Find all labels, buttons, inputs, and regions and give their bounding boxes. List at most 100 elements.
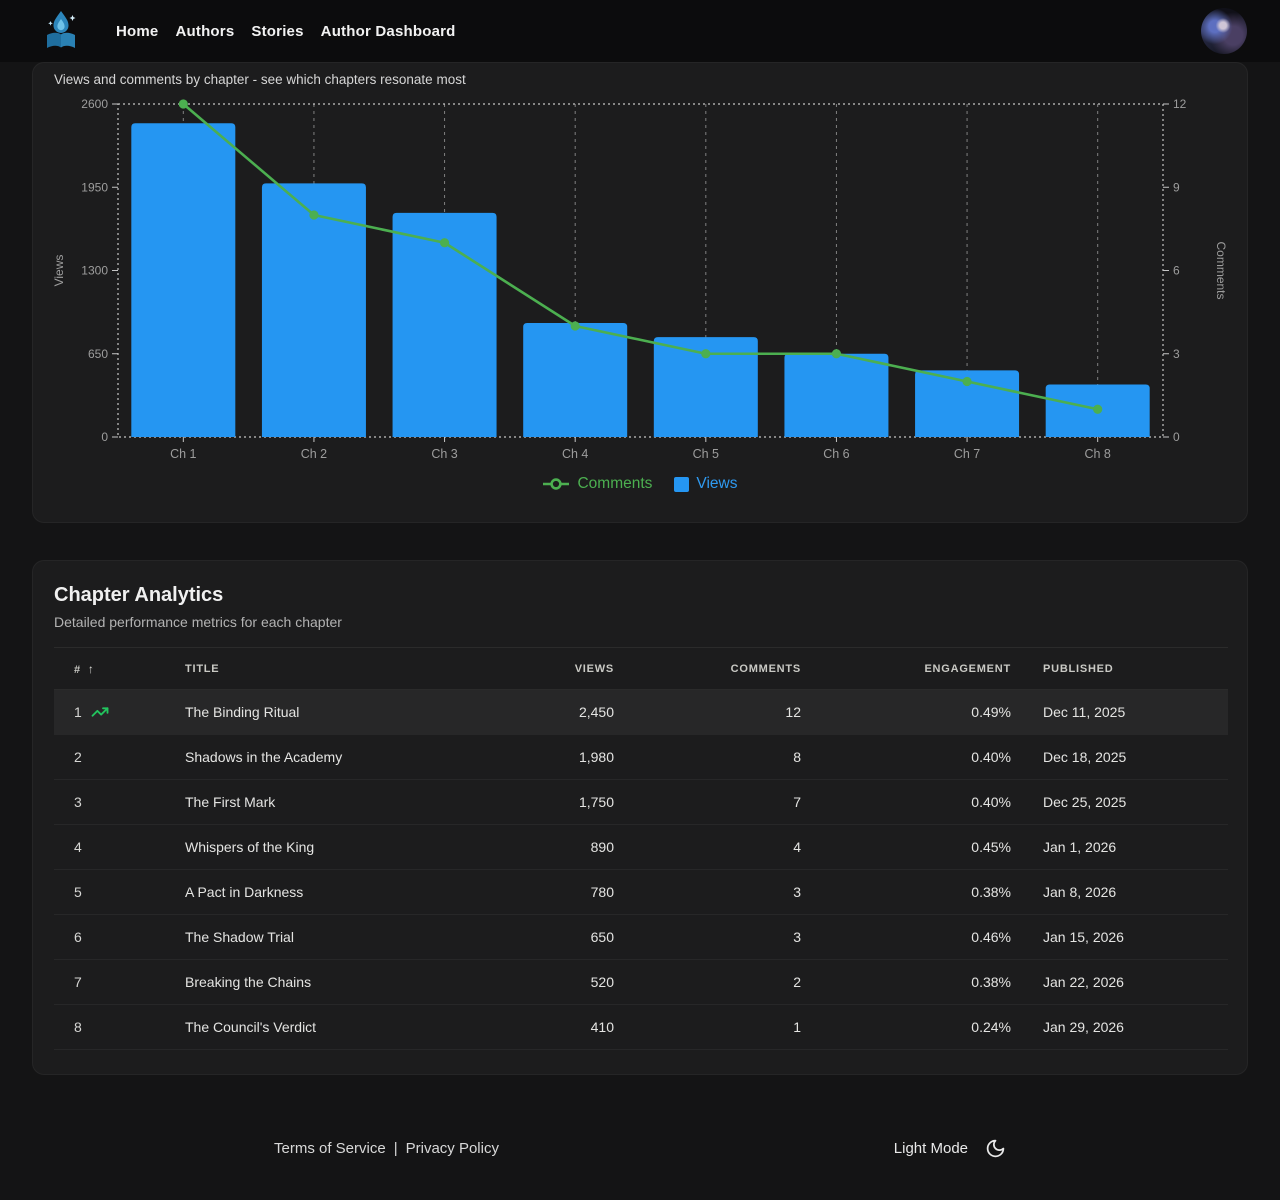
views-comments-chart: 0650130019502600036912Ch 1Ch 2Ch 3Ch 4Ch… <box>33 93 1247 468</box>
cell-num: 5 <box>54 870 185 915</box>
legend-label-views: Views <box>696 475 737 493</box>
cell-published: Jan 29, 2026 <box>1011 1005 1228 1050</box>
left-axis-tick: 650 <box>88 347 108 361</box>
x-axis-label: Ch 8 <box>1084 447 1110 461</box>
right-axis-tick: 3 <box>1173 347 1180 361</box>
cell-comments: 2 <box>614 960 801 1005</box>
page-footer: Terms of Service | Privacy Policy Light … <box>0 1075 1280 1159</box>
x-axis-label: Ch 5 <box>693 447 719 461</box>
views-bar <box>784 354 888 437</box>
footer-links: Terms of Service | Privacy Policy <box>274 1140 499 1157</box>
chapter-chart-card: Views and comments by chapter - see whic… <box>32 62 1248 523</box>
nav-link-authors[interactable]: Authors <box>175 23 234 40</box>
cell-title: The Council's Verdict <box>185 1005 434 1050</box>
cell-published: Jan 15, 2026 <box>1011 915 1228 960</box>
comments-point <box>832 349 841 358</box>
terms-of-service-link[interactable]: Terms of Service <box>274 1140 386 1157</box>
square-marker-icon <box>674 477 689 492</box>
line-dot-marker-icon <box>542 478 570 490</box>
table-row: 5A Pact in Darkness78030.38%Jan 8, 2026 <box>54 870 1228 915</box>
cell-published: Dec 18, 2025 <box>1011 735 1228 780</box>
cell-title: Shadows in the Academy <box>185 735 434 780</box>
cell-title: Breaking the Chains <box>185 960 434 1005</box>
header-published[interactable]: PUBLISHED <box>1011 648 1228 690</box>
table-row: 1The Binding Ritual2,450120.49%Dec 11, 2… <box>54 690 1228 735</box>
cell-engagement: 0.46% <box>801 915 1011 960</box>
cell-views: 2,450 <box>434 690 614 735</box>
sort-asc-icon: ↑ <box>88 662 95 676</box>
cell-num: 2 <box>54 735 185 780</box>
cell-num: 3 <box>54 780 185 825</box>
left-axis-tick: 1950 <box>81 180 108 194</box>
table-row: 7Breaking the Chains52020.38%Jan 22, 202… <box>54 960 1228 1005</box>
cell-engagement: 0.49% <box>801 690 1011 735</box>
header-engagement[interactable]: ENGAGEMENT <box>801 648 1011 690</box>
cell-num: 8 <box>54 1005 185 1050</box>
table-row: 8The Council's Verdict41010.24%Jan 29, 2… <box>54 1005 1228 1050</box>
privacy-policy-link[interactable]: Privacy Policy <box>406 1140 499 1157</box>
cell-views: 520 <box>434 960 614 1005</box>
legend-item-views: Views <box>674 475 737 493</box>
table-row: 2Shadows in the Academy1,98080.40%Dec 18… <box>54 735 1228 780</box>
comments-point <box>309 210 318 219</box>
main-nav: Home Authors Stories Author Dashboard <box>116 23 1201 40</box>
page-content: Views and comments by chapter - see whic… <box>0 62 1280 1075</box>
comments-point <box>440 238 449 247</box>
right-axis-tick: 6 <box>1173 264 1180 278</box>
footer-link-separator: | <box>394 1140 398 1157</box>
cell-comments: 4 <box>614 825 801 870</box>
cell-engagement: 0.38% <box>801 870 1011 915</box>
cell-published: Jan 8, 2026 <box>1011 870 1228 915</box>
header-comments[interactable]: COMMENTS <box>614 648 801 690</box>
header-num[interactable]: #↑ <box>54 648 185 690</box>
nav-link-author-dashboard[interactable]: Author Dashboard <box>321 23 456 40</box>
cell-comments: 3 <box>614 915 801 960</box>
x-axis-label: Ch 3 <box>431 447 457 461</box>
cell-comments: 8 <box>614 735 801 780</box>
legend-item-comments: Comments <box>542 475 652 493</box>
cell-published: Dec 11, 2025 <box>1011 690 1228 735</box>
cell-views: 650 <box>434 915 614 960</box>
cell-num: 1 <box>54 690 185 735</box>
cell-engagement: 0.38% <box>801 960 1011 1005</box>
comments-point <box>1093 405 1102 414</box>
top-navbar: Home Authors Stories Author Dashboard <box>0 0 1280 62</box>
cell-views: 780 <box>434 870 614 915</box>
table-row: 3The First Mark1,75070.40%Dec 25, 2025 <box>54 780 1228 825</box>
right-axis-title: Comments <box>1214 241 1228 299</box>
header-title[interactable]: TITLE <box>185 648 434 690</box>
cell-comments: 1 <box>614 1005 801 1050</box>
book-flame-logo-icon <box>41 9 81 53</box>
nav-link-stories[interactable]: Stories <box>251 23 303 40</box>
cell-title: The Binding Ritual <box>185 690 434 735</box>
cell-num: 6 <box>54 915 185 960</box>
nav-link-home[interactable]: Home <box>116 23 158 40</box>
left-axis-title: Views <box>52 255 66 287</box>
cell-title: The Shadow Trial <box>185 915 434 960</box>
legend-label-comments: Comments <box>577 475 652 493</box>
theme-toggle-button[interactable]: Light Mode <box>894 1138 1006 1159</box>
chapter-analytics-table: #↑TITLEVIEWSCOMMENTSENGAGEMENTPUBLISHED … <box>54 647 1228 1050</box>
header-views[interactable]: VIEWS <box>434 648 614 690</box>
cell-comments: 12 <box>614 690 801 735</box>
x-axis-label: Ch 4 <box>562 447 588 461</box>
x-axis-label: Ch 7 <box>954 447 980 461</box>
table-row: 6The Shadow Trial65030.46%Jan 15, 2026 <box>54 915 1228 960</box>
table-header-row: #↑TITLEVIEWSCOMMENTSENGAGEMENTPUBLISHED <box>54 648 1228 690</box>
table-row: 4Whispers of the King89040.45%Jan 1, 202… <box>54 825 1228 870</box>
theme-toggle-label: Light Mode <box>894 1140 968 1157</box>
cell-views: 410 <box>434 1005 614 1050</box>
app-logo[interactable] <box>40 8 82 54</box>
analytics-subtitle: Detailed performance metrics for each ch… <box>54 614 1226 630</box>
right-axis-tick: 9 <box>1173 180 1180 194</box>
user-avatar[interactable] <box>1201 8 1247 54</box>
trending-up-icon <box>91 703 109 721</box>
left-axis-tick: 2600 <box>81 97 108 111</box>
comments-point <box>962 377 971 386</box>
cell-engagement: 0.40% <box>801 780 1011 825</box>
left-axis-tick: 1300 <box>81 264 108 278</box>
x-axis-label: Ch 1 <box>170 447 196 461</box>
chapter-analytics-card: Chapter Analytics Detailed performance m… <box>32 560 1248 1075</box>
cell-title: A Pact in Darkness <box>185 870 434 915</box>
cell-views: 1,750 <box>434 780 614 825</box>
